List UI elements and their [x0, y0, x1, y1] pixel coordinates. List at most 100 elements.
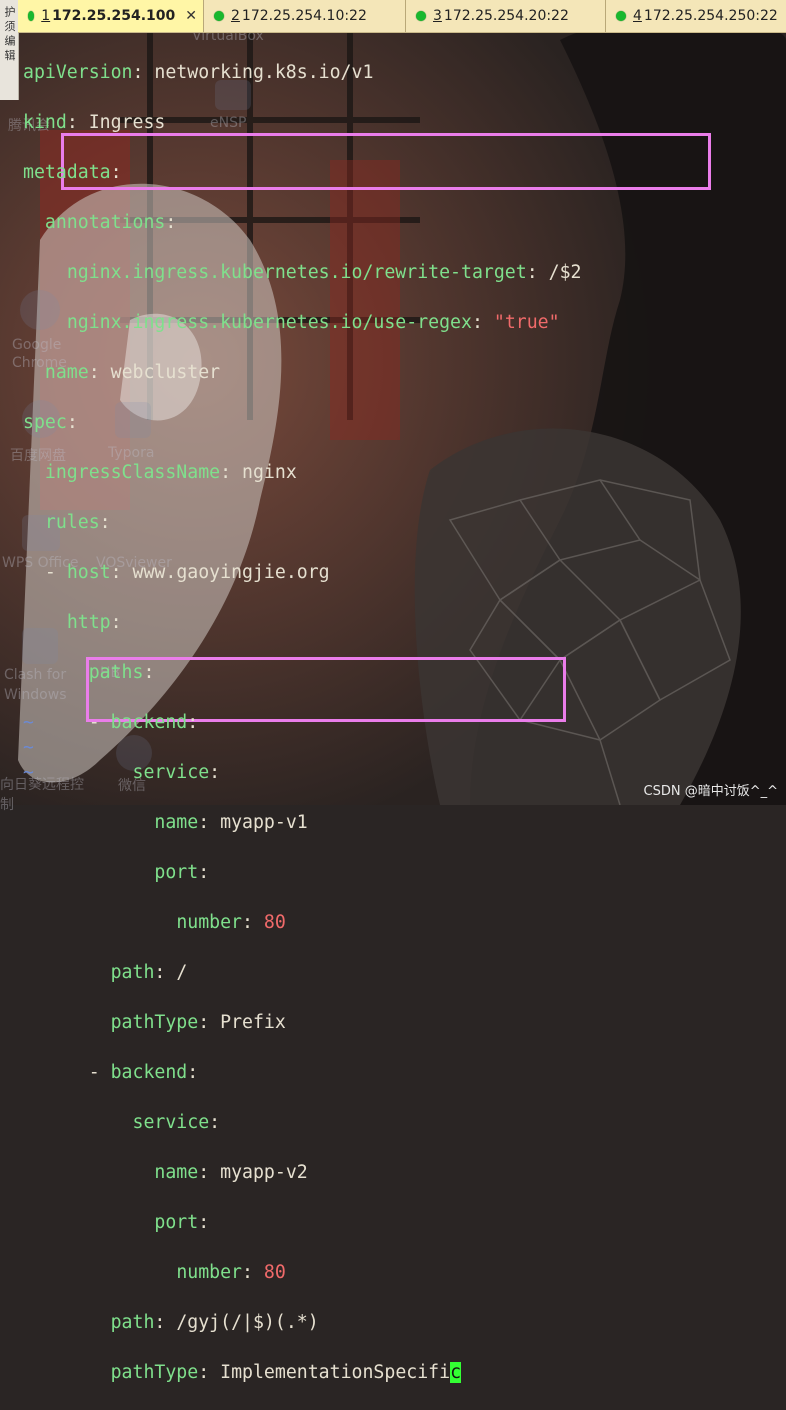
- code-line: service:: [23, 760, 581, 785]
- yaml-value: "true": [493, 312, 560, 333]
- yaml-key: number: [176, 912, 243, 933]
- yaml-punctuation: -: [88, 1062, 111, 1083]
- code-line: ingressClassName: nginx: [23, 460, 581, 485]
- code-line: kind: Ingress: [23, 110, 581, 135]
- text-cursor: c: [450, 1362, 462, 1383]
- code-line: name: myapp-v1: [23, 810, 581, 835]
- yaml-key: name: [154, 1162, 199, 1183]
- yaml-value: webcluster: [110, 362, 221, 383]
- yaml-key: path: [110, 1312, 155, 1333]
- close-tab-icon[interactable]: ✕: [185, 8, 197, 24]
- csdn-watermark: CSDN @暗中讨饭^_^: [643, 784, 778, 799]
- code-line: name: myapp-v2: [23, 1160, 581, 1185]
- code-line: name: webcluster: [23, 360, 581, 385]
- yaml-punctuation: :: [88, 362, 111, 383]
- code-line: - backend:: [23, 710, 581, 735]
- yaml-punctuation: :: [242, 912, 264, 933]
- code-line: - host: www.gaoyingjie.org: [23, 560, 581, 585]
- yaml-punctuation: :: [187, 712, 199, 733]
- yaml-key: name: [154, 812, 199, 833]
- empty-line-marker: ~: [23, 712, 34, 733]
- tab-number: 4: [633, 8, 642, 24]
- code-line: service:: [23, 1110, 581, 1135]
- yaml-punctuation: :: [154, 1312, 177, 1333]
- yaml-key: pathType: [110, 1012, 199, 1033]
- code-line: path: /: [23, 960, 581, 985]
- yaml-punctuation: :: [198, 1212, 210, 1233]
- code-line: pathType: Prefix: [23, 1010, 581, 1035]
- side-panel-strip[interactable]: 护 须 编 辑: [0, 0, 19, 100]
- yaml-key: host: [66, 562, 111, 583]
- tab-label: 172.25.254.100: [52, 8, 176, 24]
- yaml-punctuation: :: [110, 162, 122, 183]
- yaml-punctuation: :: [66, 412, 78, 433]
- yaml-key: pathType: [110, 1362, 199, 1383]
- code-line: - backend:: [23, 1060, 581, 1085]
- connected-status-icon: [28, 11, 35, 21]
- yaml-key: apiVersion: [23, 62, 133, 83]
- code-line: nginx.ingress.kubernetes.io/rewrite-targ…: [23, 260, 582, 285]
- yaml-punctuation: :: [209, 762, 221, 783]
- yaml-key: service: [132, 762, 210, 783]
- code-line: metadata:: [23, 160, 581, 185]
- yaml-punctuation: :: [209, 1112, 221, 1133]
- yaml-value: 80: [263, 1262, 286, 1283]
- code-line: annotations:: [23, 210, 581, 235]
- yaml-punctuation: :: [198, 812, 221, 833]
- session-tab-1[interactable]: 1 172.25.254.100 ✕: [18, 0, 204, 32]
- yaml-punctuation: :: [198, 1362, 221, 1383]
- tab-label: 172.25.254.20:22: [443, 8, 569, 24]
- yaml-punctuation: :: [220, 462, 243, 483]
- session-tab-4[interactable]: 4 172.25.254.250:22: [606, 0, 786, 32]
- code-line: nginx.ingress.kubernetes.io/use-regex: "…: [23, 310, 581, 335]
- yaml-punctuation: :: [187, 1062, 199, 1083]
- yaml-key: backend: [110, 712, 188, 733]
- connected-status-icon: [214, 11, 224, 21]
- yaml-key: port: [154, 862, 199, 883]
- yaml-key: http: [66, 612, 111, 633]
- yaml-value: www.gaoyingjie.org: [132, 562, 330, 583]
- yaml-key: spec: [23, 412, 67, 433]
- code-line: rules:: [23, 510, 581, 535]
- tab-label: 172.25.254.10:22: [241, 8, 367, 24]
- code-line: number: 80: [23, 1260, 581, 1285]
- side-strip-text: 护 须 编 辑: [3, 6, 16, 61]
- code-line: pathType: ImplementationSpecific: [23, 1360, 581, 1385]
- yaml-value: /$2: [548, 262, 582, 283]
- yaml-punctuation: :: [526, 262, 549, 283]
- yaml-key: kind: [23, 112, 67, 133]
- yaml-punctuation: :: [471, 312, 494, 333]
- code-line: apiVersion: networking.k8s.io/v1: [23, 60, 581, 85]
- yaml-value: 80: [263, 912, 286, 933]
- code-line: paths:: [23, 660, 581, 685]
- yaml-key: port: [154, 1212, 199, 1233]
- yaml-punctuation: :: [143, 662, 155, 683]
- yaml-key: nginx.ingress.kubernetes.io/rewrite-targ…: [66, 262, 527, 283]
- code-line: port:: [23, 1210, 581, 1235]
- yaml-key: paths: [88, 662, 144, 683]
- yaml-punctuation: :: [110, 562, 133, 583]
- yaml-punctuation: :: [154, 962, 177, 983]
- yaml-value: myapp-v1: [220, 812, 308, 833]
- tab-number: 1: [41, 8, 51, 24]
- yaml-punctuation: :: [165, 212, 177, 233]
- yaml-key: metadata: [23, 162, 111, 183]
- code-line: http:: [23, 610, 581, 635]
- yaml-value: Prefix: [220, 1012, 286, 1033]
- terminal-editor[interactable]: apiVersion: networking.k8s.io/v1 kind: I…: [23, 35, 581, 1410]
- yaml-key: service: [132, 1112, 210, 1133]
- yaml-value: nginx: [242, 462, 297, 483]
- yaml-key: ingressClassName: [44, 462, 221, 483]
- tab-number: 3: [433, 8, 442, 24]
- yaml-value: networking.k8s.io/v1: [154, 62, 374, 83]
- yaml-value: myapp-v2: [220, 1162, 308, 1183]
- session-tab-3[interactable]: 3 172.25.254.20:22: [406, 0, 606, 32]
- yaml-punctuation: :: [242, 1262, 264, 1283]
- session-tab-2[interactable]: 2 172.25.254.10:22: [204, 0, 406, 32]
- empty-line-marker: ~: [23, 762, 34, 783]
- yaml-key: name: [44, 362, 89, 383]
- yaml-value: ImplementationSpecifi: [220, 1362, 451, 1383]
- yaml-key: number: [176, 1262, 243, 1283]
- yaml-punctuation: :: [66, 112, 89, 133]
- yaml-punctuation: :: [110, 612, 122, 633]
